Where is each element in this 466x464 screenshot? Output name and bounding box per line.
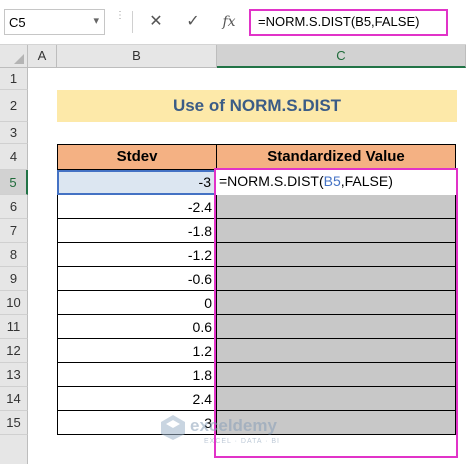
row-header-3[interactable]: 3 xyxy=(0,122,28,144)
select-all-icon xyxy=(14,54,24,64)
cell-b5[interactable]: -3 xyxy=(57,170,217,195)
row-header-8[interactable]: 8 xyxy=(0,243,28,267)
cell-b7[interactable]: -1.8 xyxy=(57,219,217,243)
row-header-10[interactable]: 10 xyxy=(0,291,28,315)
row-header-11[interactable]: 11 xyxy=(0,315,28,339)
row-header-16[interactable] xyxy=(0,435,28,464)
formula-bar-divider xyxy=(132,11,133,33)
header-stdev[interactable]: Stdev xyxy=(57,144,217,170)
row-header-5[interactable]: 5 xyxy=(0,170,28,195)
formula-input[interactable]: =NORM.S.DIST(B5,FALSE) xyxy=(249,9,448,36)
row-header-7[interactable]: 7 xyxy=(0,219,28,243)
sheet-title[interactable]: Use of NORM.S.DIST xyxy=(57,90,457,122)
cell-b13[interactable]: 1.8 xyxy=(57,363,217,387)
row-header-2[interactable]: 2 xyxy=(0,90,28,122)
row-header-6[interactable]: 6 xyxy=(0,195,28,219)
cell-b8[interactable]: -1.2 xyxy=(57,243,217,267)
row-header-12[interactable]: 12 xyxy=(0,339,28,363)
name-box-value: C5 xyxy=(9,15,26,30)
chevron-down-icon[interactable]: ▾ xyxy=(93,14,99,27)
cell-b10[interactable]: 0 xyxy=(57,291,217,315)
cell-b6[interactable]: -2.4 xyxy=(57,195,217,219)
row-header-1[interactable]: 1 xyxy=(0,68,28,90)
formula-bar: C5 ▾ ⋮ ✕ ✓ fx =NORM.S.DIST(B5,FALSE) xyxy=(0,0,466,44)
row-header-9[interactable]: 9 xyxy=(0,267,28,291)
watermark-name: exceldemy xyxy=(190,416,277,435)
exceldemy-logo-icon xyxy=(161,415,185,440)
watermark-tagline: EXCEL · DATA · BI xyxy=(204,438,280,445)
drag-handle-icon[interactable]: ⋮ xyxy=(115,11,125,31)
select-all-corner[interactable] xyxy=(0,45,28,68)
column-header-b[interactable]: B xyxy=(57,45,217,68)
exceldemy-watermark: exceldemy EXCEL · DATA · BI xyxy=(160,408,320,454)
insert-function-button[interactable]: fx xyxy=(216,9,242,35)
column-header-a[interactable]: A xyxy=(28,45,57,68)
header-standardized-value[interactable]: Standardized Value xyxy=(216,144,456,170)
row-header-14[interactable]: 14 xyxy=(0,387,28,411)
cell-b12[interactable]: 1.2 xyxy=(57,339,217,363)
cancel-icon[interactable]: ✕ xyxy=(143,9,169,35)
row-header-13[interactable]: 13 xyxy=(0,363,28,387)
column-header-c[interactable]: C xyxy=(217,45,466,68)
name-box[interactable]: C5 ▾ xyxy=(4,9,105,35)
enter-icon[interactable]: ✓ xyxy=(180,9,206,35)
cell-b9[interactable]: -0.6 xyxy=(57,267,217,291)
row-header-15[interactable]: 15 xyxy=(0,411,28,435)
row-header-4[interactable]: 4 xyxy=(0,144,28,170)
cell-b11[interactable]: 0.6 xyxy=(57,315,217,339)
